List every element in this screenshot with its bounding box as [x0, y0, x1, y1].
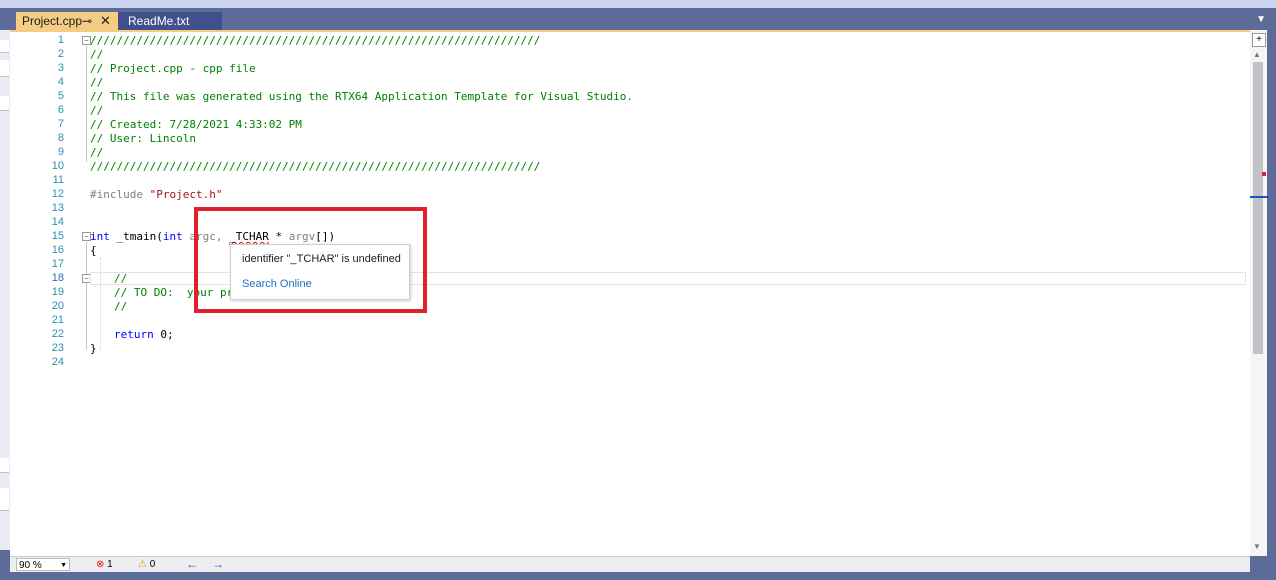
code-line: //: [90, 48, 104, 61]
left-panel-box[interactable]: [0, 488, 9, 511]
bottom-strip: [0, 572, 1276, 580]
code-line: //: [90, 104, 104, 117]
tab-label: ReadMe.txt: [128, 14, 190, 28]
return-value: 0;: [153, 328, 174, 341]
keyword: int: [162, 230, 183, 243]
error-marker: [1262, 172, 1266, 176]
line-number: 1: [57, 34, 64, 46]
line-number: 9: [57, 146, 64, 158]
line-number: 12: [51, 188, 64, 200]
zoom-dropdown[interactable]: 90 % ▼: [16, 558, 70, 571]
line-number: 23: [51, 342, 64, 354]
keyword: int: [90, 230, 110, 243]
scroll-thumb[interactable]: [1253, 62, 1263, 354]
chevron-down-icon: ▼: [60, 562, 67, 569]
warning-count-value: 0: [149, 559, 156, 570]
code-line: // Project.cpp - cpp file: [90, 62, 256, 75]
line-number: 5: [57, 90, 64, 102]
top-strip: [0, 0, 1276, 8]
warning-count[interactable]: ⚠ 0: [138, 559, 155, 570]
left-panel-box[interactable]: [0, 40, 9, 53]
error-count-value: 1: [107, 559, 113, 570]
code-line: // This file was generated using the RTX…: [90, 90, 634, 103]
line-number: 17: [51, 258, 64, 270]
line-number: 15: [51, 230, 64, 242]
code-line: ////////////////////////////////////////…: [90, 34, 541, 47]
line-number: 4: [57, 76, 64, 88]
close-icon[interactable]: ✕: [100, 12, 111, 30]
code-line: {: [90, 244, 97, 257]
code-line: //: [114, 272, 128, 285]
tab-list-dropdown-icon[interactable]: ▼: [1256, 14, 1266, 25]
tab-readme-txt[interactable]: ReadMe.txt: [118, 12, 222, 30]
left-panel-box[interactable]: [0, 60, 9, 77]
pin-icon[interactable]: ⊸: [82, 12, 92, 30]
line-number: 13: [51, 202, 64, 214]
line-number: 8: [57, 132, 64, 144]
error-icon: ⊗: [96, 559, 105, 570]
code-line: }: [90, 342, 97, 355]
scroll-down-icon[interactable]: ▼: [1253, 542, 1261, 551]
editor-status-bar: 90 % ▼ ⊗ 1 ⚠ 0 ← →: [10, 556, 1250, 573]
line-number: 2: [57, 48, 64, 60]
code-line: //: [114, 300, 128, 313]
code-line: //: [90, 76, 104, 89]
code-line: ////////////////////////////////////////…: [90, 160, 541, 173]
include-file: "Project.h": [149, 188, 223, 201]
zoom-value: 90 %: [19, 560, 42, 571]
warning-icon: ⚠: [138, 559, 147, 570]
split-window-icon[interactable]: +: [1252, 33, 1266, 47]
include-line: #include "Project.h": [90, 188, 222, 201]
keyword: return: [114, 328, 154, 341]
code-line: // User: Lincoln: [90, 132, 196, 145]
preprocessor-directive: #include: [90, 188, 143, 201]
fold-guide: [86, 46, 87, 162]
scroll-up-icon[interactable]: ▲: [1253, 50, 1261, 59]
navigate-back-icon[interactable]: ←: [186, 557, 198, 571]
line-number: 3: [57, 62, 64, 74]
navigate-forward-icon[interactable]: →: [212, 557, 224, 571]
line-number: 11: [52, 174, 64, 186]
left-panel-box[interactable]: [0, 458, 9, 473]
code-line: // Created: 7/28/2021 4:33:02 PM: [90, 118, 302, 131]
line-number: 21: [51, 314, 64, 326]
return-line: return 0;: [114, 328, 174, 341]
fold-guide: [86, 242, 87, 350]
line-number-current: 18: [51, 272, 64, 284]
tab-label: Project.cpp: [22, 14, 83, 28]
line-number: 6: [57, 104, 64, 116]
code-line: //: [90, 146, 104, 159]
highlight-annotation-box: [194, 207, 427, 313]
tab-bar: Project.cpp ⊸ ✕ ReadMe.txt ▼: [10, 8, 1276, 30]
line-number: 22: [51, 328, 64, 340]
line-number: 24: [51, 356, 64, 368]
line-number: 7: [57, 118, 64, 130]
caret-position-marker: [1250, 196, 1269, 198]
left-panel-box[interactable]: [0, 96, 9, 111]
tab-project-cpp[interactable]: Project.cpp ⊸ ✕: [16, 12, 126, 30]
line-number: 16: [51, 244, 64, 256]
line-number: 20: [51, 300, 64, 312]
error-count[interactable]: ⊗ 1: [96, 559, 113, 570]
line-number: 14: [51, 216, 64, 228]
line-number: 19: [51, 286, 64, 298]
line-number: 10: [51, 160, 64, 172]
function-name: _tmain(: [109, 230, 163, 243]
left-tool-strip: [0, 30, 10, 550]
